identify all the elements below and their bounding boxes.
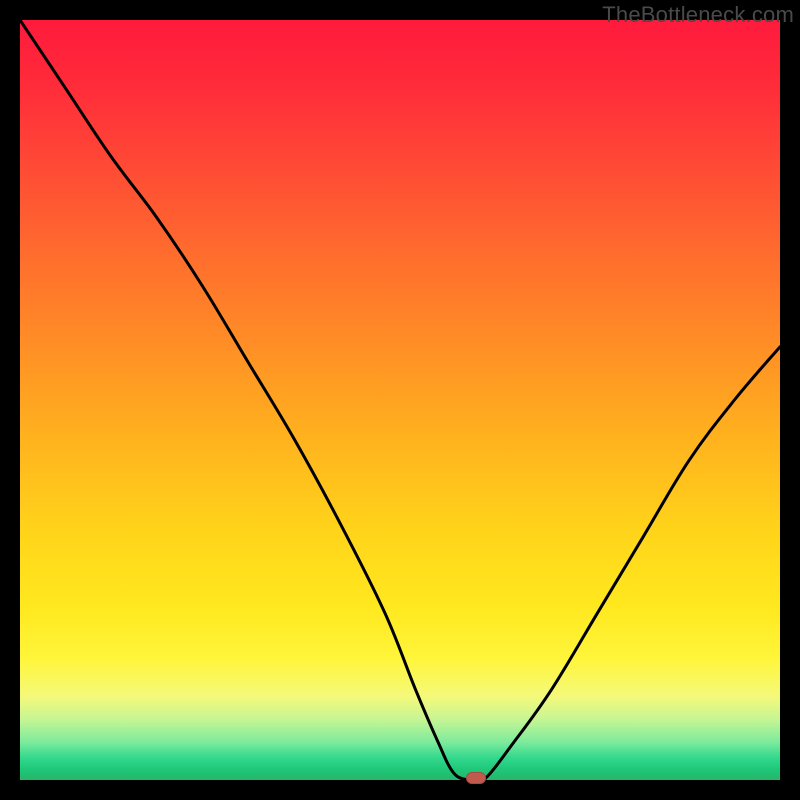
chart-frame: TheBottleneck.com [0, 0, 800, 800]
optimal-point-marker [466, 772, 486, 784]
watermark-text: TheBottleneck.com [602, 2, 794, 28]
plot-area [20, 20, 780, 780]
